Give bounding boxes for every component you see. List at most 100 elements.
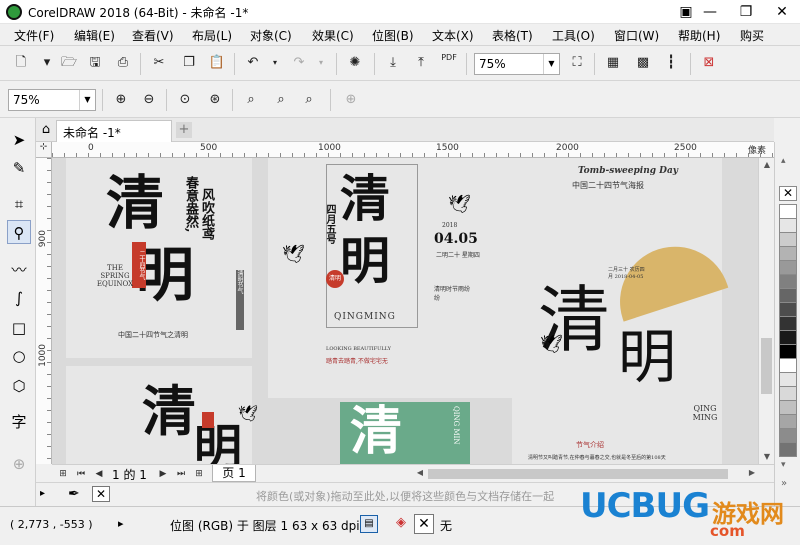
chevron-down-icon[interactable]: ▼ bbox=[543, 54, 559, 74]
vertical-scrollbar[interactable]: ▲ ▼ bbox=[758, 158, 774, 464]
drawing-canvas[interactable]: 清 明 春意盎然, 风吹纸鸢 二十四节气 THE SPRING EQUINOX … bbox=[52, 158, 758, 464]
color-swatch[interactable] bbox=[779, 442, 797, 457]
menu-tools[interactable]: 工具(O) bbox=[552, 27, 595, 44]
last-page-icon[interactable]: ⏭ bbox=[174, 467, 188, 481]
previous-page-icon[interactable]: ◀ bbox=[92, 467, 106, 481]
ellipse-tool-icon[interactable]: ○ bbox=[7, 344, 31, 368]
close-button[interactable]: ✕ bbox=[764, 0, 800, 24]
color-swatch[interactable] bbox=[779, 400, 797, 415]
menu-buy[interactable]: 购买 bbox=[740, 27, 764, 44]
page-first-icon[interactable]: ⊞ bbox=[56, 467, 70, 481]
color-swatch[interactable] bbox=[779, 330, 797, 345]
print-icon[interactable]: ⎙ bbox=[112, 52, 134, 74]
new-from-template-icon[interactable]: ▾ bbox=[36, 52, 58, 74]
zoom-tool-icon[interactable]: ⚲ bbox=[7, 220, 31, 244]
menu-edit[interactable]: 编辑(E) bbox=[74, 27, 115, 44]
undo-dropdown-icon[interactable]: ▾ bbox=[264, 52, 286, 74]
show-guidelines-icon[interactable]: ┇ bbox=[660, 52, 682, 74]
property-zoom-combo[interactable]: 75% ▼ bbox=[8, 89, 96, 111]
paste-icon[interactable]: 📋 bbox=[206, 52, 228, 74]
page-tab-1[interactable]: 页 1 bbox=[212, 465, 256, 482]
add-page-icon[interactable]: ⊞ bbox=[192, 467, 206, 481]
new-document-icon[interactable]: 🗋 bbox=[10, 52, 32, 74]
publish-pdf-icon[interactable]: PDF bbox=[438, 52, 460, 74]
menu-text[interactable]: 文本(X) bbox=[432, 27, 474, 44]
color-swatch[interactable] bbox=[779, 302, 797, 317]
color-swatch[interactable] bbox=[779, 386, 797, 401]
scroll-right-icon[interactable]: ▶ bbox=[746, 468, 758, 480]
color-swatch[interactable] bbox=[779, 204, 797, 219]
palette-scroll-down-icon[interactable]: ▾ bbox=[781, 460, 795, 470]
color-swatch[interactable] bbox=[779, 274, 797, 289]
artistic-media-tool-icon[interactable]: ∫ bbox=[7, 286, 31, 310]
copy-icon[interactable]: ❐ bbox=[178, 52, 200, 74]
horizontal-scrollbar[interactable]: ◀ ▶ bbox=[414, 468, 758, 480]
poster-tomb-sweeping-day[interactable]: Tomb-sweeping Day 中国二十四节气海报 清 明 QING MIN… bbox=[512, 158, 729, 464]
color-swatch[interactable] bbox=[779, 316, 797, 331]
show-rulers-icon[interactable]: ▦ bbox=[602, 52, 624, 74]
zoom-level-combo[interactable]: 75% ▼ bbox=[474, 53, 560, 75]
palette-flyout-icon[interactable]: ▴ bbox=[781, 156, 795, 166]
color-swatch[interactable] bbox=[779, 414, 797, 429]
restore-button[interactable]: ❐ bbox=[728, 0, 764, 24]
zoom-to-page-icon[interactable]: ⌕ bbox=[240, 89, 262, 111]
zoom-to-page-width-icon[interactable]: ⌕ bbox=[270, 89, 292, 111]
snap-to-icon[interactable]: ⊠ bbox=[698, 52, 720, 74]
menu-object[interactable]: 对象(C) bbox=[250, 27, 292, 44]
undo-icon[interactable]: ↶ bbox=[242, 52, 264, 74]
menu-window[interactable]: 窗口(W) bbox=[614, 27, 659, 44]
show-grid-icon[interactable]: ▩ bbox=[632, 52, 654, 74]
redo-icon[interactable]: ↷ bbox=[288, 52, 310, 74]
pick-tool-icon[interactable]: ➤ bbox=[7, 128, 31, 152]
menu-view[interactable]: 查看(V) bbox=[132, 27, 174, 44]
add-tab-button[interactable]: + bbox=[176, 122, 192, 138]
menu-file[interactable]: 文件(F) bbox=[14, 27, 54, 44]
zoom-to-all-objects-icon[interactable]: ⊛ bbox=[204, 89, 226, 111]
color-swatch[interactable] bbox=[779, 232, 797, 247]
polygon-tool-icon[interactable]: ⬡ bbox=[7, 374, 31, 398]
no-color-swatch[interactable]: ✕ bbox=[92, 486, 110, 502]
zoom-out-icon[interactable]: ⊖ bbox=[138, 89, 160, 111]
zoom-in-icon[interactable]: ⊕ bbox=[110, 89, 132, 111]
add-tool-icon[interactable]: ⊕ bbox=[7, 452, 31, 476]
no-fill-swatch[interactable]: ✕ bbox=[779, 186, 797, 201]
poster-qingming-center[interactable]: 清 明 四月五号 QINGMING 清明 2018 04.05 二明二十 星期四… bbox=[268, 158, 536, 398]
color-swatch[interactable] bbox=[779, 428, 797, 443]
menu-bitmaps[interactable]: 位图(B) bbox=[372, 27, 414, 44]
quick-customize-icon[interactable]: ⊕ bbox=[340, 89, 362, 111]
rectangle-tool-icon[interactable]: □ bbox=[7, 316, 31, 340]
scroll-down-icon[interactable]: ▼ bbox=[759, 450, 775, 464]
next-page-icon[interactable]: ▶ bbox=[156, 467, 170, 481]
chevron-down-icon[interactable]: ▼ bbox=[79, 90, 95, 110]
vertical-ruler[interactable]: 900 1000 bbox=[36, 158, 52, 464]
document-tab[interactable]: 未命名 -1* bbox=[56, 120, 172, 142]
color-swatch[interactable] bbox=[779, 260, 797, 275]
scroll-up-icon[interactable]: ▲ bbox=[759, 158, 775, 172]
doc-palette-arrow-icon[interactable]: ▸ bbox=[40, 488, 45, 499]
open-folder-icon[interactable]: 🗁 bbox=[58, 52, 80, 74]
status-arrow-icon[interactable]: ▸ bbox=[118, 517, 124, 530]
scroll-left-icon[interactable]: ◀ bbox=[414, 468, 426, 480]
ruler-origin[interactable]: ⊹ bbox=[36, 142, 52, 158]
redo-dropdown-icon[interactable]: ▾ bbox=[310, 52, 332, 74]
horizontal-scroll-thumb[interactable] bbox=[428, 469, 728, 479]
color-swatch[interactable] bbox=[779, 358, 797, 373]
search-content-icon[interactable]: ✺ bbox=[344, 52, 366, 74]
freehand-tool-icon[interactable]: 〰 bbox=[7, 258, 31, 282]
zoom-to-selected-icon[interactable]: ⊙ bbox=[174, 89, 196, 111]
horizontal-ruler[interactable]: 0 500 1000 1500 2000 2500 像素 bbox=[52, 142, 774, 158]
minimize-button[interactable]: — bbox=[692, 0, 728, 24]
first-page-icon[interactable]: ⏮ bbox=[74, 467, 88, 481]
color-swatch[interactable] bbox=[779, 246, 797, 261]
color-swatch[interactable] bbox=[779, 344, 797, 359]
export-icon[interactable]: ⤒ bbox=[410, 52, 432, 74]
color-proofing-icon[interactable]: ▤ bbox=[360, 515, 378, 533]
poster-qingming-2[interactable]: 清 明 🕊 bbox=[66, 366, 258, 464]
color-swatch[interactable] bbox=[779, 218, 797, 233]
menu-table[interactable]: 表格(T) bbox=[492, 27, 533, 44]
import-icon[interactable]: ⤓ bbox=[382, 52, 404, 74]
menu-effects[interactable]: 效果(C) bbox=[312, 27, 354, 44]
text-tool-icon[interactable]: 字 bbox=[7, 410, 31, 434]
poster-green-card[interactable]: 清 QING MIN bbox=[340, 402, 470, 464]
menu-help[interactable]: 帮助(H) bbox=[678, 27, 720, 44]
